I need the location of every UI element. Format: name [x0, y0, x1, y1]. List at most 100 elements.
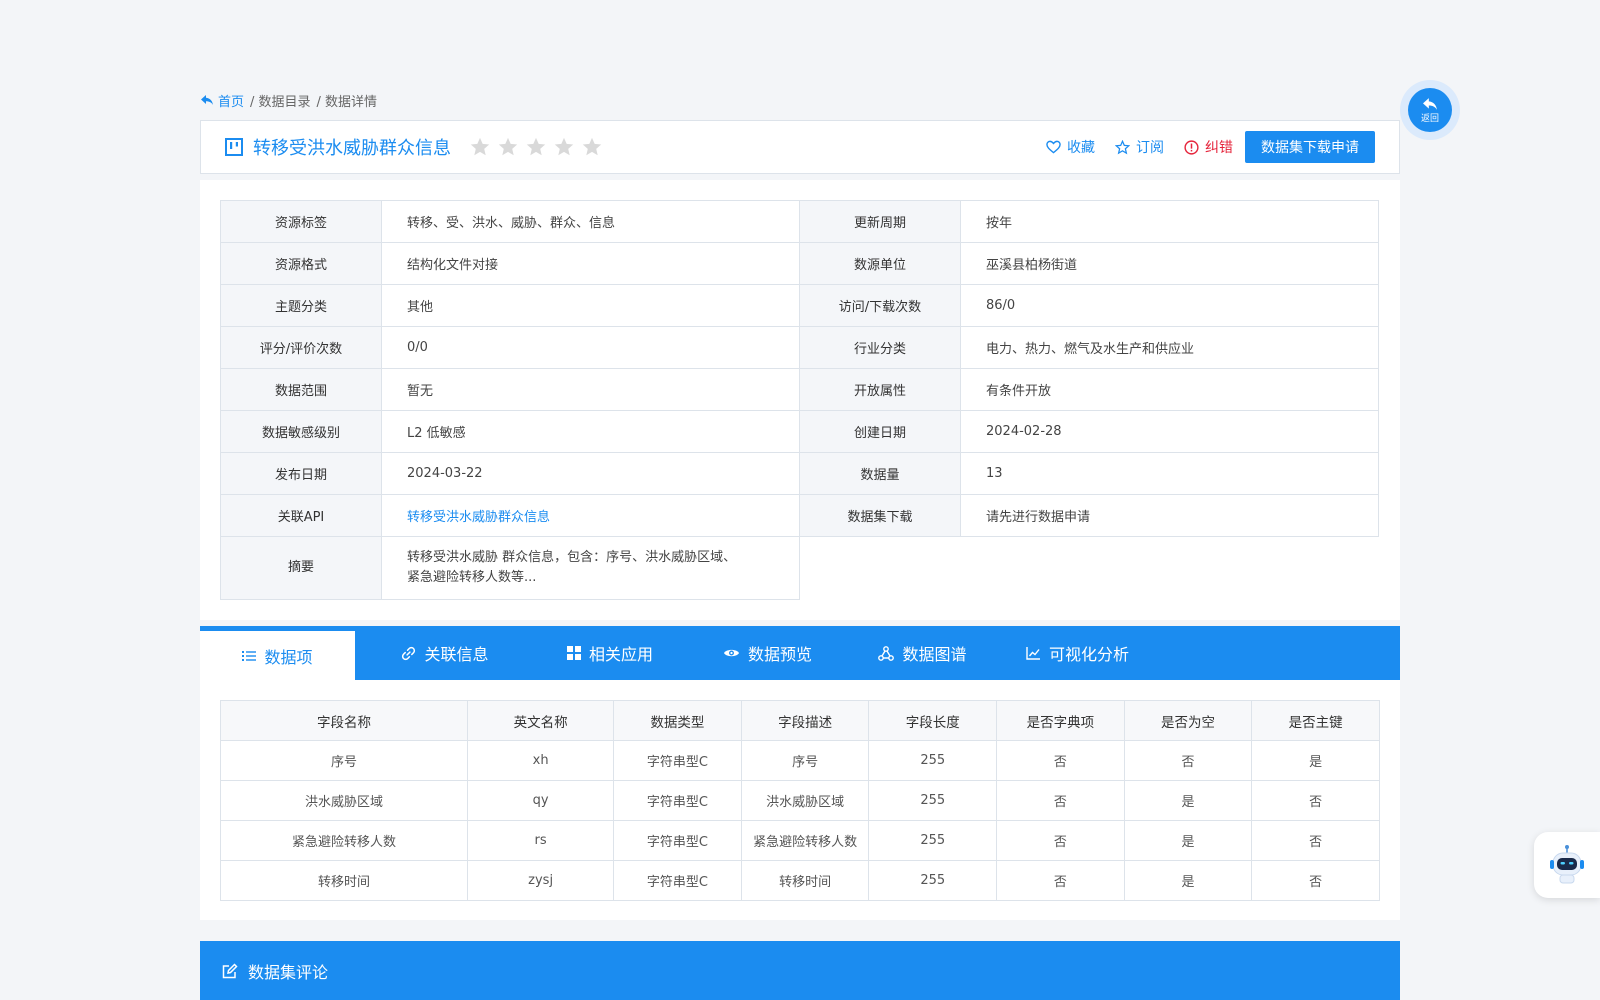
back-button[interactable]: 返回 — [1400, 80, 1460, 140]
page-title: 转移受洪水威胁群众信息 — [253, 138, 451, 159]
summary-line: 紧急避险转移人数等... — [407, 570, 537, 585]
table-cell: 否 — [996, 740, 1125, 781]
report-error-button[interactable]: 纠错 — [1184, 137, 1233, 157]
dataset-icon — [225, 138, 243, 156]
rating-stars[interactable] — [469, 136, 603, 158]
info-label: 数据敏感级别 — [220, 410, 382, 453]
column-header: 是否为空 — [1123, 700, 1253, 741]
breadcrumb-home-link[interactable]: 首页 — [200, 91, 244, 110]
table-cell: 否 — [996, 780, 1125, 821]
summary-line: 转移受洪水威胁 群众信息，包含：序号、洪水威胁区域、 — [407, 550, 737, 565]
breadcrumb: 首页 / 数据目录 / 数据详情 — [200, 90, 377, 110]
dataset-title-bar: 转移受洪水威胁群众信息 收藏 订阅 纠错 数据集下载申请 — [200, 120, 1400, 174]
tab-data-items[interactable]: 数据项 — [200, 626, 355, 680]
table-cell: 255 — [868, 740, 998, 781]
table-header-row: 字段名称 英文名称 数据类型 字段描述 字段长度 是否字典项 是否为空 是否主键 — [219, 700, 1380, 741]
info-value: 其他 — [381, 284, 800, 327]
table-cell: rs — [467, 820, 615, 861]
tab-related-apps[interactable]: 相关应用 — [535, 626, 685, 680]
info-value: 暂无 — [381, 368, 800, 411]
assistant-robot-button[interactable] — [1534, 832, 1600, 898]
heart-icon — [1046, 140, 1061, 154]
column-header: 英文名称 — [467, 700, 615, 741]
info-label: 数源单位 — [799, 242, 961, 285]
breadcrumb-home-label: 首页 — [218, 94, 245, 110]
info-value: 2024-02-28 — [960, 410, 1379, 453]
info-row: 评分/评价次数 0/0 行业分类 电力、热力、燃气及水生产和供应业 — [220, 326, 1379, 369]
table-cell: 255 — [868, 860, 998, 901]
table-row: 紧急避险转移人数 rs 字符串型C 紧急避险转移人数 255 否是否 — [219, 820, 1380, 861]
table-cell: 是 — [1123, 780, 1253, 821]
star-icon[interactable] — [525, 136, 547, 158]
tab-related-apps-label: 相关应用 — [588, 645, 653, 664]
header-actions: 收藏 订阅 纠错 数据集下载申请 — [1046, 131, 1375, 163]
column-header: 数据类型 — [613, 700, 742, 741]
info-row: 资源标签 转移、受、洪水、威胁、群众、信息 更新周期 按年 — [220, 200, 1379, 243]
dataset-info-table: 资源标签 转移、受、洪水、威胁、群众、信息 更新周期 按年 资源格式 结构化文件对接 数源单… — [220, 200, 1379, 600]
related-api-link[interactable]: 转移受洪水威胁群众信息 — [381, 494, 800, 537]
info-label: 数据范围 — [220, 368, 382, 411]
info-label: 发布日期 — [220, 452, 382, 495]
info-value: 按年 — [960, 200, 1379, 243]
table-cell: 否 — [996, 860, 1125, 901]
info-value: 电力、热力、燃气及水生产和供应业 — [960, 326, 1379, 369]
tab-visual-analysis[interactable]: 可视化分析 — [995, 626, 1160, 680]
info-value: 0/0 — [381, 326, 800, 369]
info-label: 资源格式 — [220, 242, 382, 285]
favorite-button[interactable]: 收藏 — [1046, 137, 1095, 157]
list-icon — [242, 650, 257, 661]
info-row: 关联API 转移受洪水威胁群众信息 数据集下载 请先进行数据申请 — [220, 494, 1379, 537]
alert-circle-icon — [1184, 139, 1199, 155]
info-row: 资源格式 结构化文件对接 数源单位 巫溪县柏杨街道 — [220, 242, 1379, 285]
tab-visual-analysis-label: 可视化分析 — [1048, 645, 1129, 664]
star-icon[interactable] — [553, 136, 575, 158]
table-cell: 否 — [996, 820, 1125, 861]
tab-related-info[interactable]: 关联信息 — [355, 626, 535, 680]
info-row: 发布日期 2024-03-22 数据量 13 — [220, 452, 1379, 495]
table-row: 洪水威胁区域 qy 字符串型C 洪水威胁区域 255 否是否 — [219, 780, 1380, 821]
info-label: 资源标签 — [220, 200, 382, 243]
info-row-summary: 摘要 转移受洪水威胁 群众信息，包含：序号、洪水威胁区域、 紧急避险转移人数等... — [220, 536, 1379, 600]
reply-arrow-icon — [1423, 97, 1437, 110]
report-error-label: 纠错 — [1205, 140, 1233, 156]
table-cell: 255 — [868, 780, 998, 821]
subscribe-button[interactable]: 订阅 — [1115, 137, 1164, 157]
info-label: 摘要 — [220, 536, 382, 600]
table-cell: 255 — [868, 820, 998, 861]
star-icon[interactable] — [497, 136, 519, 158]
star-icon[interactable] — [469, 136, 491, 158]
tab-data-graph[interactable]: 数据图谱 — [850, 626, 995, 680]
table-cell: 字符串型C — [613, 780, 742, 821]
column-header: 字段长度 — [868, 700, 998, 741]
breadcrumb-current: / 数据详情 — [316, 94, 378, 110]
star-icon[interactable] — [581, 136, 603, 158]
info-label: 数据量 — [799, 452, 961, 495]
info-value: 86/0 — [960, 284, 1379, 327]
favorite-label: 收藏 — [1067, 140, 1095, 156]
comments-header: 数据集评论 — [200, 941, 1400, 1000]
empty-cell — [800, 537, 1379, 600]
table-cell: 洪水威胁区域 — [740, 780, 870, 821]
info-label: 创建日期 — [799, 410, 961, 453]
back-button-label: 返回 — [1420, 113, 1439, 124]
comments-title: 数据集评论 — [248, 962, 329, 982]
detail-tabs: 数据项 关联信息 相关应用 数据预览 数据图谱 可视化分析 — [200, 626, 1400, 680]
info-label: 访问/下载次数 — [799, 284, 961, 327]
info-label: 主题分类 — [220, 284, 382, 327]
tab-data-preview[interactable]: 数据预览 — [685, 626, 850, 680]
table-cell: 否 — [1123, 740, 1253, 781]
info-value: 2024-03-22 — [381, 452, 800, 495]
tab-related-info-label: 关联信息 — [424, 645, 489, 664]
line-chart-icon — [1026, 647, 1040, 660]
column-header: 字段描述 — [740, 700, 870, 741]
table-cell: 字符串型C — [613, 860, 742, 901]
back-button-inner[interactable]: 返回 — [1408, 88, 1452, 132]
tab-data-items-label: 数据项 — [264, 647, 313, 667]
download-apply-button[interactable]: 数据集下载申请 — [1245, 131, 1375, 163]
info-value: 转移、受、洪水、威胁、群众、信息 — [381, 200, 800, 243]
column-header: 是否字典项 — [996, 700, 1125, 741]
star-outline-icon — [1115, 139, 1130, 154]
info-value: L2 低敏感 — [381, 410, 800, 453]
table-cell: 字符串型C — [613, 820, 742, 861]
breadcrumb-catalog-link[interactable]: / 数据目录 — [250, 91, 311, 110]
